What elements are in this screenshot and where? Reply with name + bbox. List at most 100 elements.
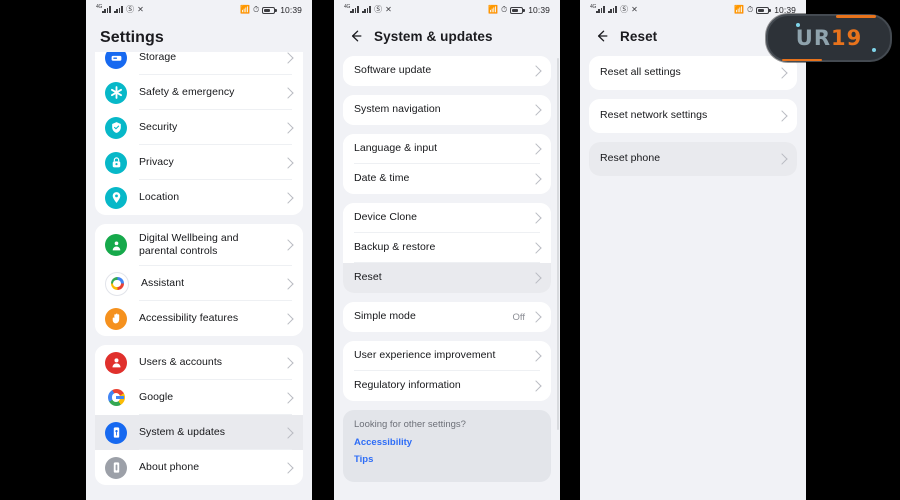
settings-row-security[interactable]: Security [95, 110, 303, 145]
settings-row-accessibility-features[interactable]: Accessibility features [95, 301, 303, 336]
system-group-card: Software update [343, 56, 551, 86]
system-scroll-body[interactable]: Software update System navigation Language… [334, 56, 560, 500]
status-bar: 4G Ⓢ ✕ 📶 ⏱ 10:39 [86, 0, 312, 20]
watermark-text-b: 19 [831, 25, 863, 50]
system-row-date-time[interactable]: Date & time [343, 164, 551, 194]
status-bar-left: 4G Ⓢ ✕ [344, 5, 392, 15]
vibrate-icon: 📶 [734, 5, 744, 14]
chevron-right-icon [282, 156, 294, 169]
system-group-card: Device Clone Backup & restore Reset [343, 203, 551, 293]
system-row-system-navigation[interactable]: System navigation [343, 95, 551, 125]
settings-row-safety-emergency[interactable]: Safety & emergency [95, 75, 303, 110]
status-bar-left: 4G Ⓢ ✕ [96, 5, 144, 15]
silent-icon: ✕ [385, 5, 392, 14]
system-group-card: Simple mode Off [343, 302, 551, 332]
settings-group-card: Digital Wellbeing and parental controls A… [95, 224, 303, 336]
chevron-right-icon [530, 212, 542, 224]
settings-row-privacy[interactable]: Privacy [95, 145, 303, 180]
assistant-icon [105, 271, 129, 296]
reset-scroll-body[interactable]: Reset all settings Reset network settings… [580, 56, 806, 500]
chevron-right-icon [530, 173, 542, 185]
settings-row-about-phone[interactable]: About phone [95, 450, 303, 485]
signal-4g-icon: 4G [590, 5, 605, 15]
settings-row-label: Privacy [139, 155, 174, 168]
settings-row-system-updates[interactable]: System & updates [95, 415, 303, 450]
chevron-right-icon [530, 65, 542, 77]
chevron-right-icon [282, 461, 294, 474]
accessibility-hand-icon [105, 307, 127, 330]
battery-icon [262, 6, 277, 14]
chevron-right-icon [530, 272, 542, 284]
settings-row-google[interactable]: Google [95, 380, 303, 415]
system-title-bar: System & updates [334, 20, 560, 52]
reset-row-label: Reset network settings [600, 109, 708, 122]
no-sim-icon: Ⓢ [374, 5, 383, 14]
alarm-icon: ⏱ [252, 5, 260, 14]
back-arrow-icon[interactable] [594, 28, 610, 44]
reset-group-card: Reset network settings [589, 99, 797, 133]
system-group-card: System navigation [343, 95, 551, 125]
signal-4g-icon: 4G [96, 5, 111, 15]
users-accounts-icon [105, 351, 127, 374]
chevron-right-icon [530, 104, 542, 116]
system-row-simple-mode[interactable]: Simple mode Off [343, 302, 551, 332]
status-bar-time: 10:39 [280, 5, 302, 15]
location-pin-icon [105, 186, 127, 209]
settings-row-assistant[interactable]: Assistant [95, 266, 303, 301]
system-row-regulatory-information[interactable]: Regulatory information [343, 371, 551, 401]
scrollbar[interactable] [556, 58, 559, 430]
status-bar-right: 📶 ⏱ 10:39 [488, 5, 550, 15]
system-row-label: Reset [354, 271, 382, 284]
page-title: Settings [100, 29, 164, 46]
system-row-label: Backup & restore [354, 241, 436, 254]
status-bar: 4G Ⓢ ✕ 📶 ⏱ 10:39 [580, 0, 806, 20]
system-row-label: Language & input [354, 142, 438, 155]
settings-row-users-accounts[interactable]: Users & accounts [95, 345, 303, 380]
status-bar-time: 10:39 [528, 5, 550, 15]
system-row-backup-restore[interactable]: Backup & restore [343, 233, 551, 263]
system-group-card: User experience improvement Regulatory in… [343, 341, 551, 401]
about-phone-icon [105, 456, 127, 479]
reset-row-reset-network-settings[interactable]: Reset network settings [589, 99, 797, 133]
system-row-software-update[interactable]: Software update [343, 56, 551, 86]
status-bar-left: 4G Ⓢ ✕ [590, 5, 638, 15]
settings-row-storage[interactable]: Storage [95, 52, 303, 75]
settings-row-label: Location [139, 190, 180, 203]
chevron-right-icon [282, 426, 294, 439]
reset-row-reset-all-settings[interactable]: Reset all settings [589, 56, 797, 90]
chevron-right-icon [530, 242, 542, 254]
digital-wellbeing-icon [105, 234, 127, 256]
chevron-right-icon [282, 312, 294, 325]
chevron-right-icon [282, 191, 294, 204]
page-title: Reset [620, 28, 658, 44]
settings-scroll-body[interactable]: Storage Safety & emergency Security Privacy… [86, 52, 312, 500]
chevron-right-icon [282, 356, 294, 369]
chevron-right-icon [530, 380, 542, 392]
alarm-icon: ⏱ [500, 5, 508, 14]
system-row-user-experience-improvement[interactable]: User experience improvement [343, 341, 551, 371]
reset-row-reset-phone[interactable]: Reset phone [589, 142, 797, 176]
hint-link-accessibility[interactable]: Accessibility [354, 437, 540, 448]
google-icon [105, 386, 127, 409]
watermark-dot-right [872, 48, 876, 52]
hint-link-tips[interactable]: Tips [354, 454, 540, 465]
system-row-reset[interactable]: Reset [343, 263, 551, 293]
settings-row-location[interactable]: Location [95, 180, 303, 215]
signal-4g-icon: 4G [344, 5, 359, 15]
system-row-language-input[interactable]: Language & input [343, 134, 551, 164]
settings-row-label: Storage [139, 52, 177, 63]
settings-row-label: Security [139, 120, 178, 133]
watermark-logo: UR19 [766, 14, 892, 62]
chevron-right-icon [776, 153, 788, 165]
hint-title: Looking for other settings? [354, 419, 466, 430]
settings-group-card: Users & accounts Google System & updates Ab… [95, 345, 303, 485]
system-row-label: Regulatory information [354, 379, 461, 392]
signal-bars-icon [114, 5, 123, 15]
settings-row-label: Digital Wellbeing and parental controls [139, 231, 239, 257]
back-arrow-icon[interactable] [348, 28, 364, 44]
settings-row-label: About phone [139, 460, 200, 473]
settings-row-label: Google [139, 390, 174, 403]
system-row-device-clone[interactable]: Device Clone [343, 203, 551, 233]
watermark-bar-top [836, 15, 876, 18]
settings-row-digital-wellbeing-and-parental-controls[interactable]: Digital Wellbeing and parental controls [95, 224, 303, 266]
